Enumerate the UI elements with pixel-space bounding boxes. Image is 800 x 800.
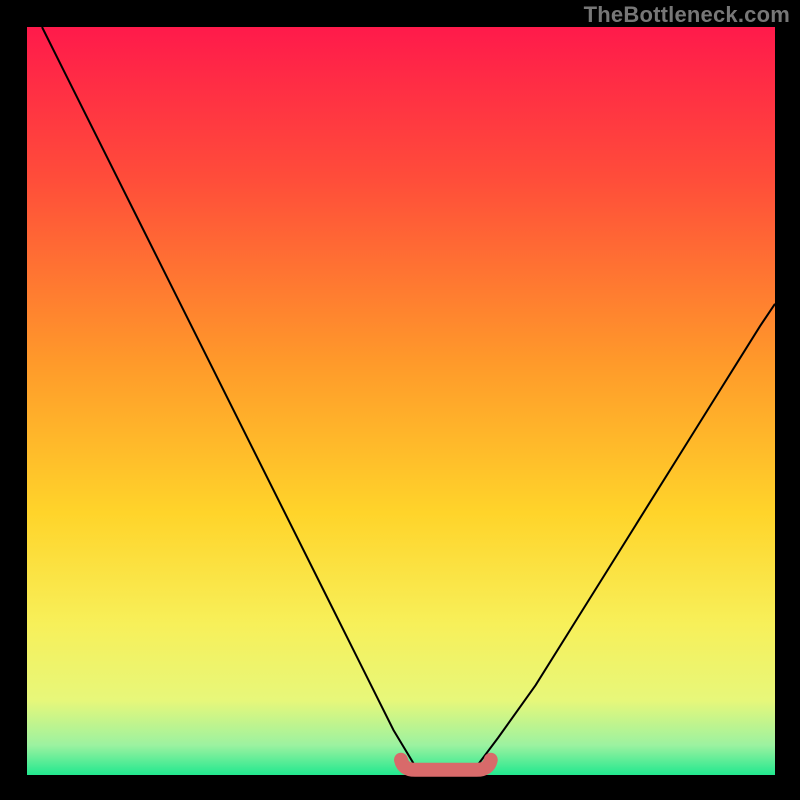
watermark-text: TheBottleneck.com — [584, 2, 790, 28]
plot-background — [27, 27, 775, 775]
chart-container: { "watermark": "TheBottleneck.com", "col… — [0, 0, 800, 800]
bottleneck-chart — [0, 0, 800, 800]
